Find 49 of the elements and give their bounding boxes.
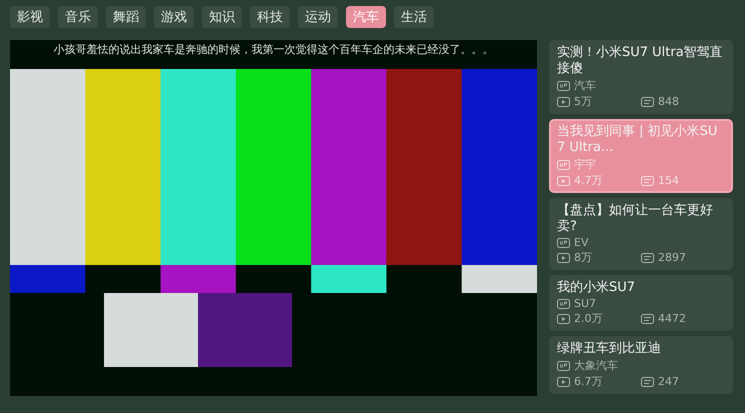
- play-icon: [557, 252, 570, 262]
- category-tab[interactable]: 影视: [10, 6, 50, 28]
- category-tab[interactable]: 游戏: [154, 6, 194, 28]
- uploader-icon: [557, 298, 570, 308]
- video-title: 实测！小米SU7 Ultra智驾直接傻: [557, 45, 724, 77]
- danmaku-count: 848: [658, 95, 679, 108]
- view-count: 6.7万: [574, 374, 602, 389]
- category-tab[interactable]: 音乐: [58, 6, 98, 28]
- video-title: 当我见到同事 | 初见小米SU7 Ultra...: [557, 124, 718, 156]
- view-count: 5万: [574, 94, 592, 109]
- video-card[interactable]: 我的小米SU7 SU7 2.0万 4472: [549, 275, 733, 331]
- video-title: 【盘点】如何让一台车更好卖?: [557, 203, 714, 235]
- category-tab[interactable]: 运动: [298, 6, 338, 28]
- view-count: 4.7万: [574, 173, 602, 188]
- category-tab[interactable]: 科技: [250, 6, 290, 28]
- video-card[interactable]: 绿牌丑车到比亚迪 大象汽车 6.7万 247: [549, 336, 733, 394]
- uploader-name: 汽车: [574, 78, 596, 93]
- uploader-name: 宇宇: [574, 157, 596, 172]
- danmaku-icon: [641, 314, 654, 324]
- danmaku-icon: [641, 376, 654, 386]
- category-tab[interactable]: 知识: [202, 6, 242, 28]
- danmaku-count: 4472: [658, 312, 686, 325]
- danmaku-icon: [641, 96, 654, 106]
- uploader-icon: [557, 160, 570, 170]
- view-count: 8万: [574, 250, 592, 265]
- play-icon: [557, 176, 570, 186]
- play-icon: [557, 376, 570, 386]
- video-title: 绿牌丑车到比亚迪: [557, 341, 662, 357]
- play-icon: [557, 96, 570, 106]
- uploader-icon: [557, 80, 570, 90]
- uploader-name: SU7: [574, 297, 596, 310]
- uploader-icon: [557, 238, 570, 248]
- uploader-name: EV: [574, 236, 588, 249]
- category-tab[interactable]: 舞蹈: [106, 6, 146, 28]
- danmaku-icon: [641, 252, 654, 262]
- view-count: 2.0万: [574, 311, 602, 326]
- uploader-icon: [557, 360, 570, 370]
- video-card[interactable]: 【盘点】如何让一台车更好卖? EV 8万 2897: [549, 198, 733, 270]
- danmaku-count: 154: [658, 174, 679, 187]
- video-player[interactable]: 小孩哥羞怯的说出我家车是奔驰的时候，我第一次觉得这个百年车企的未来已经没了。。。: [10, 40, 537, 396]
- video-subtitle: 小孩哥羞怯的说出我家车是奔驰的时候，我第一次觉得这个百年车企的未来已经没了。。。: [52, 42, 494, 58]
- video-card[interactable]: 实测！小米SU7 Ultra智驾直接傻 汽车 5万 848: [549, 40, 733, 114]
- danmaku-count: 2897: [658, 251, 686, 264]
- category-tab[interactable]: 生活: [394, 6, 434, 28]
- video-title: 我的小米SU7: [557, 280, 636, 296]
- danmaku-icon: [641, 176, 654, 186]
- play-icon: [557, 314, 570, 324]
- danmaku-count: 247: [658, 375, 679, 388]
- uploader-name: 大象汽车: [574, 358, 618, 373]
